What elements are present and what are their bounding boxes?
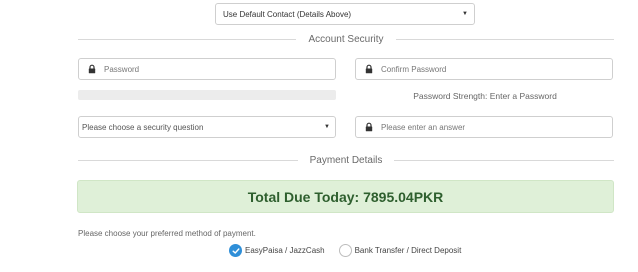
password-strength-text: Password Strength: Enter a Password xyxy=(413,91,557,101)
divider xyxy=(394,159,614,161)
contact-select-value: Use Default Contact (Details Above) xyxy=(223,9,352,19)
lock-icon xyxy=(365,64,373,74)
chevron-down-icon: ▼ xyxy=(462,11,468,17)
divider xyxy=(395,38,615,40)
payment-option-bank-transfer[interactable]: Bank Transfer / Direct Deposit xyxy=(338,244,462,257)
divider xyxy=(78,38,297,40)
contact-select[interactable]: Use Default Contact (Details Above) ▼ xyxy=(215,3,475,25)
checkout-form: Use Default Contact (Details Above) ▼ Ac… xyxy=(0,0,638,272)
total-due-box: Total Due Today: 7895.04PKR xyxy=(77,180,614,213)
password-strength-bar xyxy=(78,90,336,100)
lock-icon xyxy=(365,122,373,132)
password-placeholder: Password xyxy=(104,64,140,74)
total-due-text: Total Due Today: 7895.04PKR xyxy=(247,188,444,205)
payment-details-title: Payment Details xyxy=(309,154,383,166)
payment-method-options: EasyPaisa / JazzCash Bank Transfer / Dir… xyxy=(229,244,475,257)
radio-checked[interactable] xyxy=(229,244,242,257)
chevron-down-icon: ▼ xyxy=(324,124,330,130)
account-security-title: Account Security xyxy=(308,33,384,45)
password-field[interactable]: Password xyxy=(78,58,336,80)
security-question-select[interactable]: Please choose a security question ▼ xyxy=(78,116,336,138)
payment-method-prompt: Please choose your preferred method of p… xyxy=(78,229,256,238)
confirm-password-field[interactable]: Confirm Password xyxy=(355,58,613,80)
confirm-password-placeholder: Confirm Password xyxy=(381,64,447,74)
radio-unchecked[interactable] xyxy=(338,244,352,257)
account-security-heading: Account Security xyxy=(78,32,615,46)
payment-details-heading: Payment Details xyxy=(78,153,614,167)
payment-option-label: EasyPaisa / JazzCash xyxy=(245,246,325,255)
security-answer-field[interactable]: Please enter an answer xyxy=(355,116,613,138)
security-question-value: Please choose a security question xyxy=(82,122,204,132)
check-icon xyxy=(232,247,239,254)
security-answer-placeholder: Please enter an answer xyxy=(381,122,466,132)
payment-option-label: Bank Transfer / Direct Deposit xyxy=(354,246,462,255)
lock-icon xyxy=(88,64,96,74)
payment-option-easypaisa[interactable]: EasyPaisa / JazzCash xyxy=(229,244,325,257)
divider xyxy=(78,159,298,161)
